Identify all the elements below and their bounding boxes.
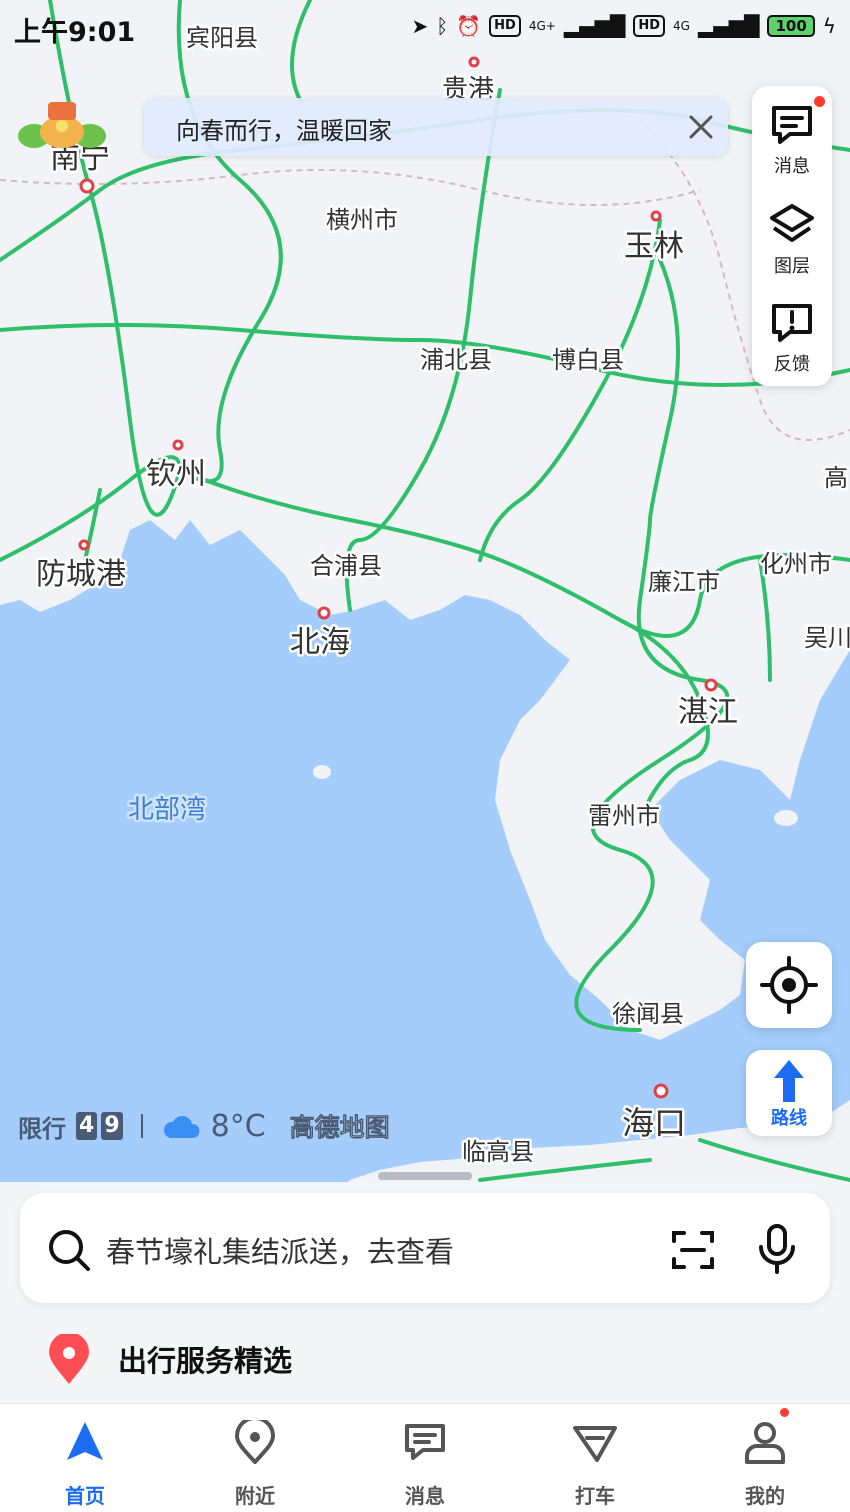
temperature-text[interactable]: 8°C [211, 1109, 266, 1144]
messages-button[interactable]: 消息 [752, 86, 832, 184]
travel-service-section[interactable]: 出行服务精选 [0, 1318, 850, 1396]
place-label-wuchuan: 吴川 [804, 624, 850, 652]
signal-icon: ▂▄▆█ [563, 14, 626, 38]
search-bar[interactable]: 春节壕礼集结派送，去查看 [20, 1193, 830, 1303]
place-label-gao: 高 [824, 464, 848, 492]
network-label-1: 4G+ [528, 19, 556, 33]
tab-nearby[interactable]: 附近 [170, 1404, 340, 1512]
notification-dot [780, 1408, 789, 1417]
layers-icon [770, 204, 814, 242]
signal-icon-2: ▂▄▆█ [697, 14, 760, 38]
status-time: 上午9:01 [14, 17, 136, 48]
tab-taxi[interactable]: 打车 [510, 1404, 680, 1512]
restriction-plate-1: 4 [76, 1112, 98, 1140]
map-side-panel: 消息 图层 反馈 [752, 86, 832, 386]
place-label-leizhou: 雷州市 [588, 802, 660, 830]
feedback-icon [772, 304, 812, 342]
layers-label: 图层 [774, 256, 810, 277]
locate-me-button[interactable] [746, 942, 832, 1028]
notification-dot [814, 96, 825, 107]
location-arrow-icon: ➤ [411, 14, 429, 38]
map-info-bar: 限行 4 9 8°C 高德地图 [18, 1106, 390, 1146]
feedback-button[interactable]: 反馈 [752, 284, 832, 382]
tab-nearby-label: 附近 [235, 1484, 275, 1508]
place-label-zhanjiang: 湛江 [678, 695, 738, 730]
traffic-restriction-label[interactable]: 限行 [18, 1109, 66, 1144]
service-title: 出行服务精选 [118, 1344, 293, 1378]
place-label-fangchenggang: 防城港 [36, 557, 126, 592]
tab-profile-label: 我的 [745, 1484, 785, 1508]
battery-icon: 100 [767, 15, 815, 37]
place-label-pubei: 浦北县 [420, 346, 492, 374]
restriction-plate-2: 9 [101, 1112, 123, 1140]
hd-icon: HD [489, 15, 521, 37]
search-placeholder: 春节壕礼集结派送，去查看 [106, 1235, 455, 1269]
close-icon[interactable] [684, 110, 718, 144]
cloud-icon [163, 1115, 200, 1138]
person-icon [745, 1422, 785, 1464]
status-bar: 上午9:01 ➤ ᛒ ⏰ HD 4G+ ▂▄▆█ HD 4G ▂▄▆█ 100 … [0, 0, 850, 56]
tab-taxi-label: 打车 [575, 1484, 615, 1508]
alarm-icon: ⏰ [456, 14, 482, 38]
bottom-tab-bar: 首页 附近 消息 打车 我的 [0, 1403, 850, 1512]
message-icon [405, 1424, 445, 1460]
tab-messages-label: 消息 [405, 1484, 445, 1508]
hd-icon-2: HD [633, 15, 666, 37]
banner-text: 向春而行，温暖回家 [176, 117, 392, 145]
place-label-hengzhou: 横州市 [326, 206, 398, 234]
taxi-icon [573, 1426, 617, 1462]
place-label-huazhou: 化州市 [760, 550, 832, 578]
place-label-hepu: 合浦县 [310, 552, 382, 580]
search-icon [49, 1230, 90, 1271]
tab-messages[interactable]: 消息 [340, 1404, 510, 1512]
place-label-haikou: 海口 [622, 1104, 686, 1142]
place-label-lianjiang: 廉江市 [648, 568, 720, 596]
place-label-beihai: 北海 [290, 625, 350, 660]
bluetooth-icon: ᛒ [436, 14, 449, 38]
tab-home-label: 首页 [65, 1484, 105, 1508]
layers-button[interactable]: 图层 [752, 186, 832, 284]
tab-home[interactable]: 首页 [0, 1404, 170, 1512]
network-label-2: 4G [673, 19, 690, 33]
location-pin-outline-icon [234, 1420, 276, 1464]
feedback-label: 反馈 [774, 354, 810, 375]
route-label: 路线 [771, 1108, 807, 1129]
messages-label: 消息 [774, 156, 810, 177]
place-label-lingao: 临高县 [462, 1138, 534, 1166]
route-arrow-icon [774, 1060, 804, 1102]
status-icons: ➤ ᛒ ⏰ HD 4G+ ▂▄▆█ HD 4G ▂▄▆█ 100 ϟ [411, 10, 836, 42]
place-label-xuwen: 徐闻县 [612, 1000, 684, 1028]
tab-profile[interactable]: 我的 [680, 1404, 850, 1512]
route-button[interactable]: 路线 [746, 1050, 832, 1136]
sheet-drag-handle[interactable] [378, 1172, 472, 1180]
microphone-icon[interactable] [754, 1223, 800, 1275]
scan-icon[interactable] [670, 1227, 716, 1273]
place-label-yulin: 玉林 [624, 229, 684, 264]
promo-banner[interactable]: 向春而行，温暖回家 [144, 98, 728, 156]
location-pin-icon [49, 1334, 89, 1384]
place-label-qinzhou: 钦州 [146, 457, 206, 492]
message-icon [772, 106, 812, 144]
charging-icon: ϟ [822, 14, 836, 38]
crosshair-icon [760, 956, 818, 1014]
brand-logo-text: 高德地图 [289, 1113, 390, 1143]
navigation-arrow-icon [67, 1422, 103, 1460]
festive-decoration-icon[interactable] [18, 96, 106, 152]
divider [140, 1114, 143, 1138]
sea-label-beibuwan: 北部湾 [128, 795, 206, 825]
place-label-bobai: 博白县 [552, 346, 624, 374]
